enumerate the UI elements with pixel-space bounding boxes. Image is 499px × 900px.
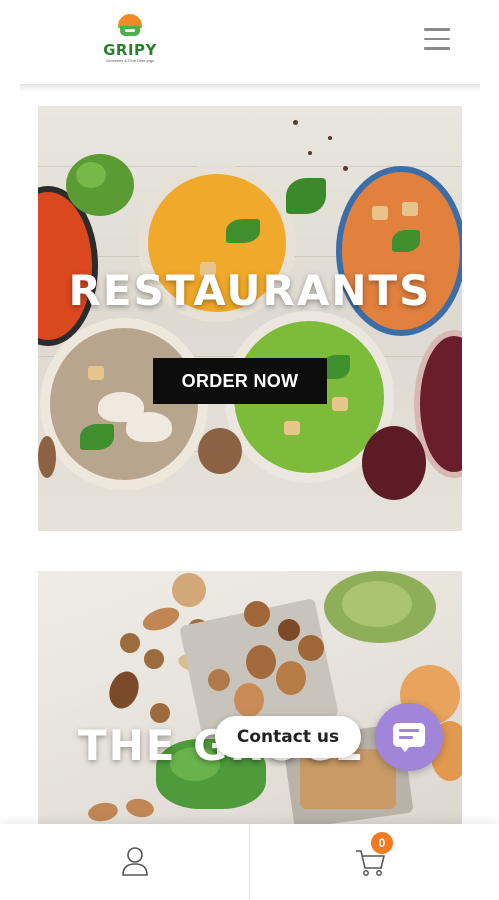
logo-cart-icon <box>117 14 143 40</box>
cart-count-badge: 0 <box>371 832 393 854</box>
bottom-nav <box>0 824 499 900</box>
site-header: GRIPY Groceries & Fine Dine-ings <box>0 0 499 84</box>
gripy-logo[interactable]: GRIPY Groceries & Fine Dine-ings <box>100 14 160 70</box>
grocery-banner[interactable]: THE GROCE <box>38 571 462 826</box>
chat-bubble-icon[interactable] <box>375 703 443 771</box>
logo-text: GRIPY <box>103 41 157 59</box>
logo-tagline: Groceries & Fine Dine-ings <box>105 58 155 63</box>
order-now-button[interactable]: ORDER NOW <box>153 358 327 404</box>
restaurants-title: RESTAURANTS <box>68 266 432 315</box>
user-icon[interactable] <box>115 842 155 882</box>
nav-divider <box>249 824 250 900</box>
contact-us-button[interactable]: Contact us <box>215 716 361 758</box>
restaurants-banner[interactable]: RESTAURANTS ORDER NOW <box>38 106 462 531</box>
hamburger-menu-icon[interactable] <box>424 28 452 52</box>
header-shadow <box>20 84 480 92</box>
